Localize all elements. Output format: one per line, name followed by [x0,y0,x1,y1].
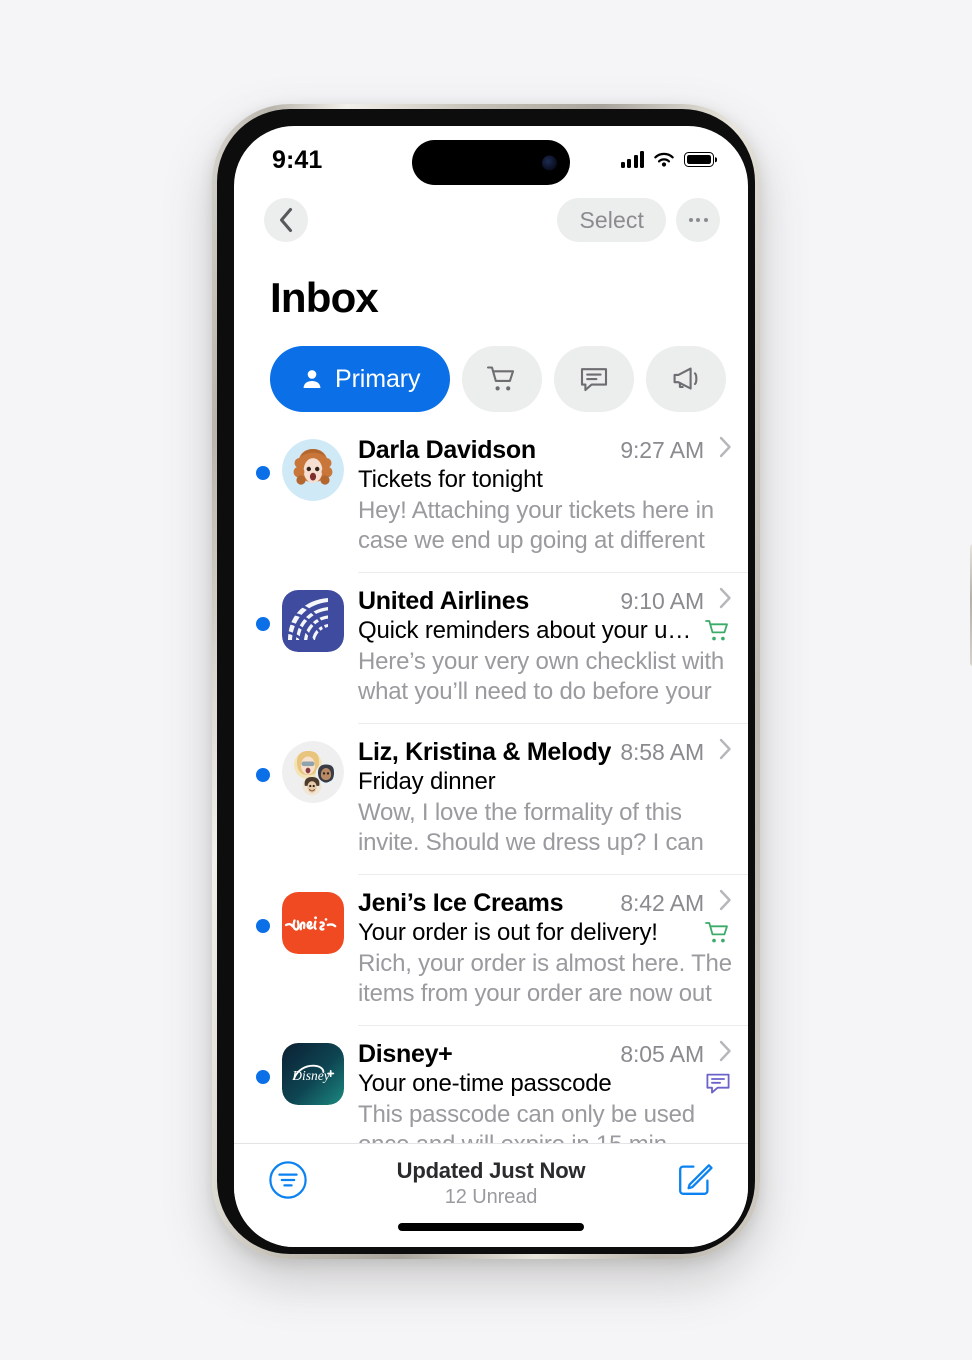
email-sender: Jeni’s Ice Creams [358,889,564,917]
bottom-toolbar: Updated Just Now 12 Unread [234,1143,748,1247]
cart-icon [487,366,515,391]
email-preview: Hey! Attaching your tickets here in case… [358,497,714,558]
email-subject-line: Your order is out for delivery! [358,919,732,947]
email-preview: Rich, your order is almost here. The ite… [358,950,732,1011]
email-time: 8:58 AM [620,739,704,765]
email-sender: Disney+ [358,1040,453,1068]
email-header-line: Darla Davidson 9:27 AM [358,436,732,465]
email-header-line: Liz, Kristina & Melody 8:58 AM [358,738,732,767]
category-pill-updates[interactable] [554,346,635,412]
status-indicators [620,151,714,169]
unread-indicator [256,768,270,782]
page-title: Inbox [270,274,379,321]
iphone-bezel: 9:41 Select Inbox Primary Darla Davidson… [217,109,755,1254]
back-button[interactable] [264,198,308,242]
email-time: 8:42 AM [620,890,704,916]
signal-bars-icon [620,151,644,168]
iphone-frame: 9:41 Select Inbox Primary Darla Davidson… [212,104,972,1259]
front-camera-icon [542,155,557,170]
status-time: 9:41 [272,145,323,174]
category-pill-primary[interactable]: Primary [270,346,451,412]
email-content: Jeni’s Ice Creams 8:42 AM Your order is … [358,875,748,1026]
compose-icon[interactable] [676,1160,714,1198]
email-subject: Your one-time passcode [358,1070,612,1097]
email-subject-line: Quick reminders about your upcoming… [358,617,732,645]
email-sender: Liz, Kristina & Melody [358,738,612,766]
cart-icon [705,620,728,641]
chevron-right-icon [719,436,731,458]
email-preview: Wow, I love the formality of this invite… [358,799,704,860]
cart-icon [705,922,728,943]
chevron-left-icon [279,207,293,233]
email-sender: United Airlines [358,587,529,615]
toolbar-status: Updated Just Now 12 Unread [234,1158,748,1209]
home-indicator [398,1223,584,1231]
avatar [282,892,344,954]
email-content: United Airlines 9:10 AM Quick reminders … [358,573,748,724]
chevron-right-icon [719,889,731,911]
email-list-item[interactable]: Jeni’s Ice Creams 8:42 AM Your order is … [234,875,748,1026]
wifi-icon [654,152,674,167]
email-subject: Your order is out for delivery! [358,919,658,946]
category-pill-transactions[interactable] [462,346,543,412]
email-preview: Here’s your very own checklist with what… [358,648,725,709]
email-subject-line: Your one-time passcode [358,1070,732,1098]
email-time: 9:27 AM [620,437,704,463]
email-header-line: United Airlines 9:10 AM [358,587,732,616]
category-filter-bar: Primary [234,322,748,412]
email-list-item[interactable]: Darla Davidson 9:27 AM Tickets for tonig… [234,422,748,573]
navigation-bar: Select [234,188,748,250]
screenshot-stage: 9:41 Select Inbox Primary Darla Davidson… [0,0,972,1360]
email-subject: Quick reminders about your upcoming… [358,617,696,644]
email-sender: Darla Davidson [358,436,536,464]
battery-icon [684,152,714,167]
megaphone-icon [673,367,698,390]
avatar [282,439,344,501]
filter-icon[interactable] [268,1160,308,1200]
category-pill-primary-label: Primary [335,364,421,393]
email-subject-line: Tickets for tonight [358,466,732,494]
avatar [282,590,344,652]
avatar: Disney [282,1043,344,1105]
email-list-item[interactable]: Liz, Kristina & Melody 8:58 AM Friday di… [234,724,748,875]
chat-bubble-icon [581,368,608,392]
ellipsis-icon [688,218,708,222]
more-options-button[interactable] [676,198,720,242]
iphone-screen: 9:41 Select Inbox Primary Darla Davidson… [234,126,748,1247]
unread-indicator [256,617,270,631]
select-button[interactable]: Select [557,198,666,242]
email-subject: Friday dinner [358,768,496,795]
email-subject: Tickets for tonight [358,466,543,493]
email-content: Darla Davidson 9:27 AM Tickets for tonig… [358,422,748,573]
avatar-group [282,741,344,803]
email-list[interactable]: Darla Davidson 9:27 AM Tickets for tonig… [234,412,748,1182]
email-subject-line: Friday dinner [358,768,732,796]
toolbar-status-secondary: 12 Unread [444,1186,538,1208]
chevron-right-icon [719,738,731,760]
navbar-right-actions: Select [557,198,720,242]
email-list-item[interactable]: United Airlines 9:10 AM Quick reminders … [234,573,748,724]
email-time: 9:10 AM [620,588,704,614]
chevron-right-icon [719,1040,731,1062]
dynamic-island [412,140,570,185]
email-header-line: Disney+ 8:05 AM [358,1040,732,1069]
svg-text:Disney: Disney [291,1068,330,1083]
unread-indicator [256,1070,270,1084]
chat-bubble-icon [706,1073,730,1094]
toolbar-status-primary: Updated Just Now [396,1158,586,1183]
unread-indicator [256,466,270,480]
unread-indicator [256,919,270,933]
category-pill-promotions[interactable] [646,346,727,412]
email-content: Liz, Kristina & Melody 8:58 AM Friday di… [358,724,748,875]
status-bar: 9:41 [234,126,748,188]
person-icon [303,370,321,388]
chevron-right-icon [719,587,731,609]
email-header-line: Jeni’s Ice Creams 8:42 AM [358,889,732,918]
email-time: 8:05 AM [620,1041,704,1067]
